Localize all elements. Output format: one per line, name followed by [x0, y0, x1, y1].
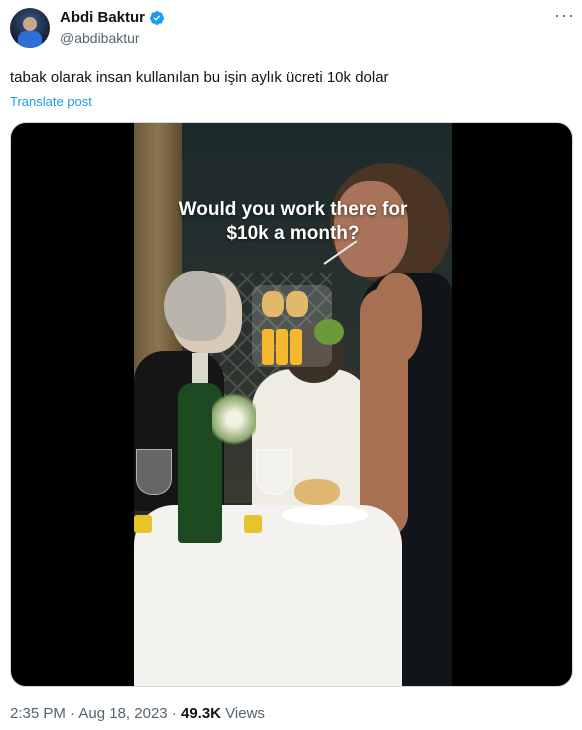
- woman-arm: [360, 288, 408, 538]
- man-hair: [164, 271, 226, 341]
- author-handle[interactable]: @abdibaktur: [60, 30, 140, 46]
- bread-slice: [262, 291, 284, 317]
- candle: [244, 515, 262, 533]
- candle: [134, 515, 152, 533]
- flower-vase: [212, 389, 256, 449]
- overlay-line-2: $10k a month?: [226, 223, 360, 244]
- greens-garnish: [314, 319, 344, 345]
- more-options-icon[interactable]: ···: [554, 6, 574, 28]
- wine-glass: [136, 449, 172, 495]
- tweet-time[interactable]: 2:35 PM: [10, 705, 66, 722]
- translate-post-link[interactable]: Translate post: [10, 94, 92, 109]
- tweet-meta: 2:35 PM · Aug 18, 2023 · 49.3K Views: [10, 705, 265, 722]
- meta-separator: ·: [171, 705, 177, 722]
- verified-badge-icon: [150, 10, 165, 25]
- views-count: 49.3K: [180, 705, 222, 722]
- avatar-figure-body: [18, 31, 42, 48]
- tweet-text: tabak olarak insan kullanılan bu işin ay…: [10, 69, 389, 86]
- views-label: Views: [225, 705, 265, 722]
- fruit-piece: [290, 329, 302, 365]
- plate: [282, 505, 368, 525]
- avatar[interactable]: [10, 8, 50, 48]
- tweet-date[interactable]: Aug 18, 2023: [78, 705, 167, 722]
- avatar-figure-head: [23, 17, 37, 31]
- author-name-row: Abdi Baktur: [60, 9, 165, 26]
- author-display-name[interactable]: Abdi Baktur: [60, 9, 145, 26]
- bread-bun: [294, 479, 340, 505]
- video-frame: Would you work there for $10k a month?: [134, 123, 452, 686]
- dining-table: [134, 505, 402, 686]
- fruit-piece: [262, 329, 274, 365]
- fruit-piece: [276, 329, 288, 365]
- video-caption-overlay: Would you work there for $10k a month?: [134, 198, 452, 246]
- overlay-line-1: Would you work there for: [178, 199, 408, 220]
- tweet-media-video[interactable]: Would you work there for $10k a month?: [10, 122, 573, 687]
- meta-separator: ·: [70, 705, 76, 722]
- wine-glass: [256, 449, 292, 495]
- bread-slice: [286, 291, 308, 317]
